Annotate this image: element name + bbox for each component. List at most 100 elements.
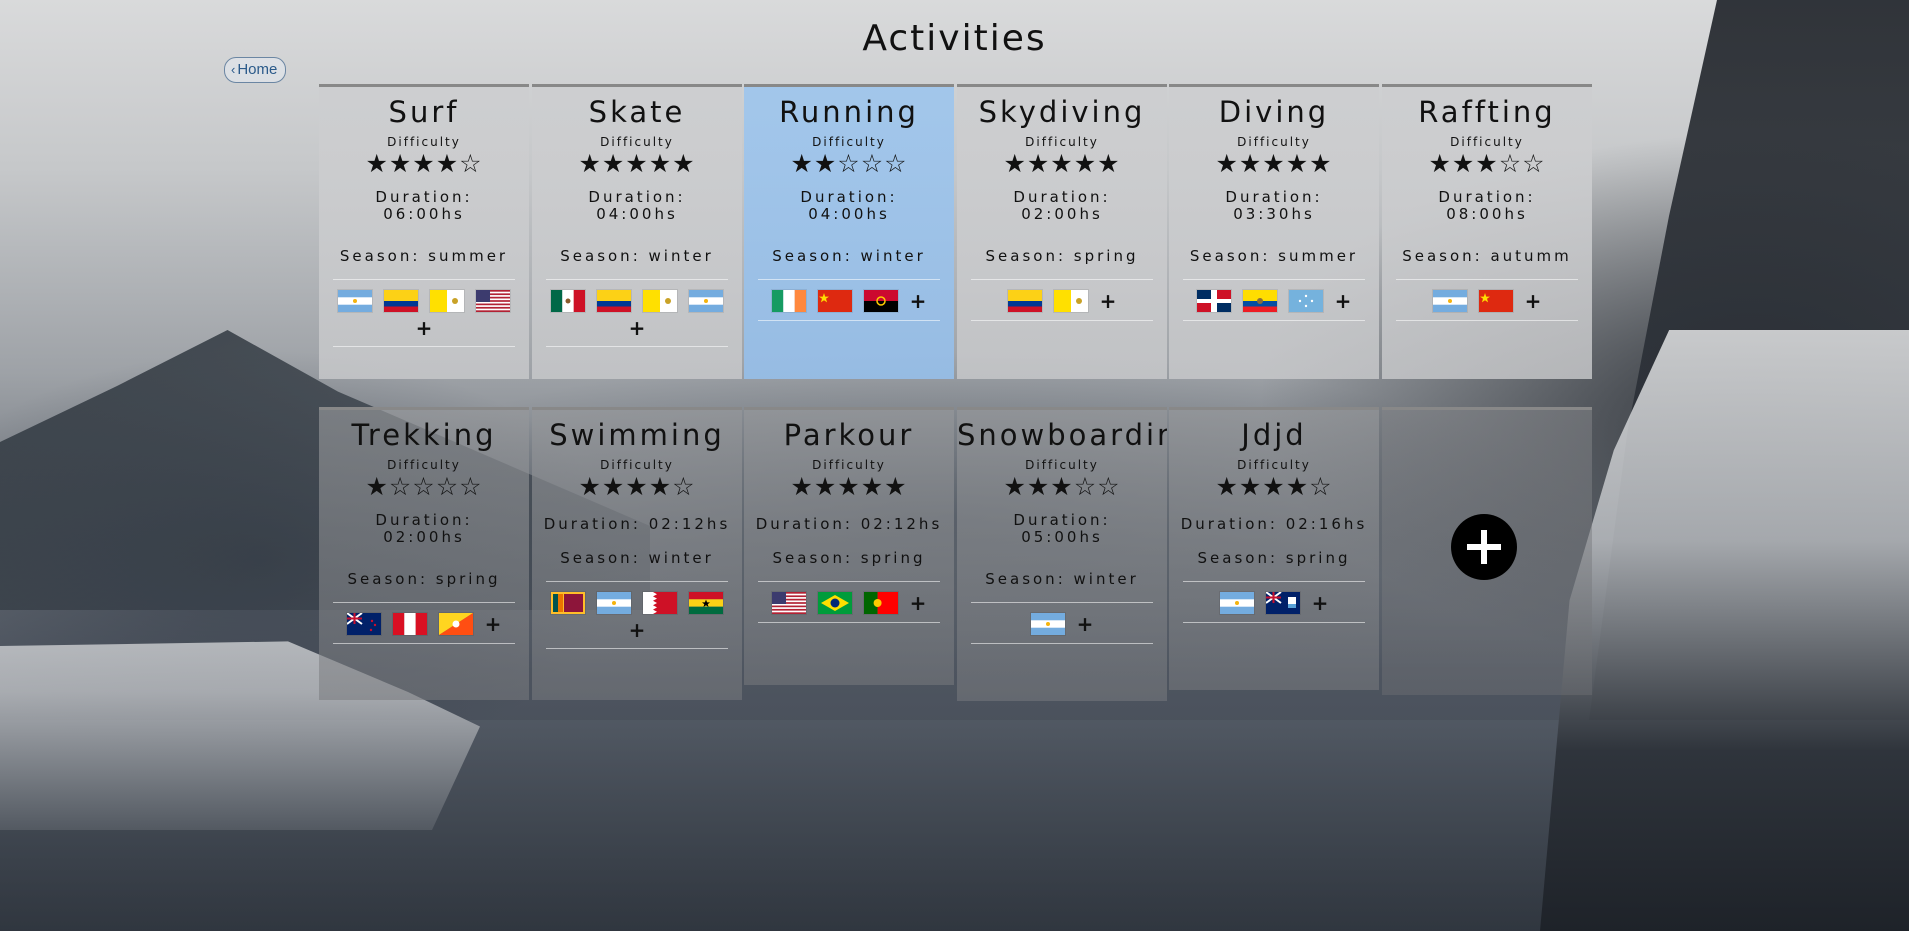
add-country-button[interactable]: + [910, 291, 927, 311]
add-country-button[interactable]: + [1335, 291, 1352, 311]
duration-text: Duration: 05:00hs [957, 512, 1167, 546]
flag-colombia-icon [597, 290, 631, 312]
activity-card[interactable]: Snowboarding Difficulty★★★☆☆ Duration:05:0… [957, 407, 1167, 701]
duration-value: 08:00hs [1446, 205, 1528, 223]
flag-argentina-icon [1432, 290, 1467, 312]
duration-label: Duration: [1225, 188, 1323, 206]
flag-ecuador-icon [1242, 290, 1277, 312]
flag-china-icon [817, 290, 852, 312]
flag-vatican-icon [643, 290, 677, 312]
difficulty-stars: ★★★★★ [790, 472, 908, 501]
duration-text: Duration: 02:12hs [755, 515, 943, 533]
country-flags: + [333, 602, 515, 644]
difficulty-label: Difficulty [1025, 135, 1099, 149]
activity-card[interactable]: Jdjd Difficulty ★★★★☆ Duration: 02:16hs Seas… [1169, 407, 1379, 690]
add-activity-button[interactable] [1451, 514, 1517, 580]
duration-value: 03:30hs [1233, 205, 1315, 223]
activity-card[interactable]: Surf Difficulty ★★★★☆ Duration: 06:00hs Seaso… [319, 84, 529, 379]
season-text: Season: autumm [1402, 247, 1572, 265]
country-flags: + [1183, 279, 1365, 321]
add-country-button[interactable]: + [546, 620, 728, 640]
season-text: Season: winter [772, 247, 926, 265]
duration-label: Duration: [1013, 188, 1111, 206]
duration-label: Duration: [1013, 511, 1111, 529]
add-country-button[interactable]: + [485, 614, 502, 634]
duration-text: Duration: 02:12hs [543, 515, 731, 533]
activity-card[interactable]: Skydiving Difficulty ★★★★★ Duration: 02:00hs… [957, 84, 1167, 379]
flag-new-zealand-icon [346, 612, 381, 635]
season-text: Season: summer [339, 247, 509, 265]
duration-text: Duration: 02:00hs [957, 189, 1167, 223]
activity-card[interactable]: Swimming Difficulty ★★★★☆ Duration: 02:12hs… [532, 407, 742, 700]
activity-name: Skydiving [978, 95, 1146, 129]
duration-label: Duration: [1438, 188, 1536, 206]
difficulty-label: Difficulty [1025, 458, 1099, 472]
difficulty-stars: ★★★★★ [1003, 149, 1121, 178]
flag-united-states-icon [476, 290, 510, 312]
flag-argentina-icon [689, 290, 723, 312]
difficulty-label: Difficulty [812, 135, 886, 149]
duration-text: Duration: 02:00hs [319, 512, 529, 546]
flag-argentina-icon [338, 290, 372, 312]
duration-label: Duration: [375, 511, 473, 529]
difficulty-label: Difficulty [600, 458, 674, 472]
add-country-button[interactable]: + [1312, 593, 1329, 613]
flag-bahrain-icon [643, 592, 677, 614]
difficulty-stars: ★★★★★ [1215, 149, 1333, 178]
add-country-button[interactable]: + [546, 318, 728, 338]
difficulty-stars: ★★☆☆☆ [790, 149, 908, 178]
flag-mexico-icon [551, 290, 585, 312]
difficulty-stars: ★★★☆☆ [1428, 149, 1546, 178]
season-text: Season: winter [560, 247, 714, 265]
season-text: Season: spring [1197, 549, 1351, 567]
difficulty-label: Difficulty [812, 458, 886, 472]
activity-name: Diving [1218, 95, 1330, 129]
add-country-button[interactable]: + [910, 593, 927, 613]
activity-name: Surf [388, 95, 460, 129]
season-text: Season: spring [985, 247, 1139, 265]
season-text: Season: winter [560, 549, 714, 567]
activity-card[interactable]: Running Difficulty ★★☆☆☆ Duration: 04:00hs Se… [744, 84, 954, 379]
duration-value: 02:00hs [383, 528, 465, 546]
duration-value: 04:00hs [596, 205, 678, 223]
duration-label: Duration: [375, 188, 473, 206]
flag-ghana-icon [689, 592, 723, 614]
flag-vatican-icon [430, 290, 464, 312]
season-text: Season: spring [772, 549, 926, 567]
activity-card[interactable]: Skate Difficulty ★★★★★ Duration: 04:00hs Seas… [532, 84, 742, 379]
activity-card[interactable]: Raffting Difficulty ★★★☆☆ Duration: 08:00hs S… [1382, 84, 1592, 379]
duration-value: 04:00hs [808, 205, 890, 223]
difficulty-label: Difficulty [1237, 135, 1311, 149]
difficulty-label: Difficulty [1237, 458, 1311, 472]
add-country-button[interactable]: + [1077, 614, 1094, 634]
difficulty-stars: ★★★★☆ [365, 149, 483, 178]
duration-text: Duration: 04:00hs [744, 189, 954, 223]
activity-card[interactable]: Parkour Difficulty ★★★★★ Duration: 02:12hs S… [744, 407, 954, 685]
flag-china-icon [1478, 290, 1513, 312]
activity-card[interactable]: Trekking Difficulty ★☆☆☆☆ Duration: 02:00hs S… [319, 407, 529, 700]
country-flags: + [1183, 581, 1365, 623]
duration-text: Duration: 02:16hs [1180, 515, 1368, 533]
activity-name: Parkour [783, 418, 915, 452]
country-flags: + [333, 279, 515, 347]
flag-peru-icon [392, 613, 427, 635]
season-text: Season: summer [1189, 247, 1359, 265]
flag-brazil-icon [817, 592, 852, 614]
activity-name: Snowboarding [957, 418, 1167, 452]
difficulty-stars: ★☆☆☆☆ [365, 472, 483, 501]
duration-label: Duration: [588, 188, 686, 206]
add-country-button[interactable]: + [1100, 291, 1117, 311]
home-button[interactable]: ‹ Home [224, 57, 287, 83]
difficulty-stars: ★★★★☆ [578, 472, 696, 501]
flag-micronesia-icon [1288, 290, 1323, 312]
difficulty-label: Difficulty [600, 135, 674, 149]
activity-name: Jdjd [1241, 418, 1307, 452]
add-country-button[interactable]: + [1525, 291, 1542, 311]
country-flags: + [971, 279, 1153, 321]
duration-text: Duration: 03:30hs [1169, 189, 1379, 223]
flag-ireland-icon [771, 290, 806, 312]
add-country-button[interactable]: + [333, 318, 515, 338]
activity-card[interactable]: Diving Difficulty ★★★★★ Duration: 03:30hs Sea… [1169, 84, 1379, 379]
country-flags: + [1396, 279, 1578, 321]
duration-text: Duration: 04:00hs [532, 189, 742, 223]
